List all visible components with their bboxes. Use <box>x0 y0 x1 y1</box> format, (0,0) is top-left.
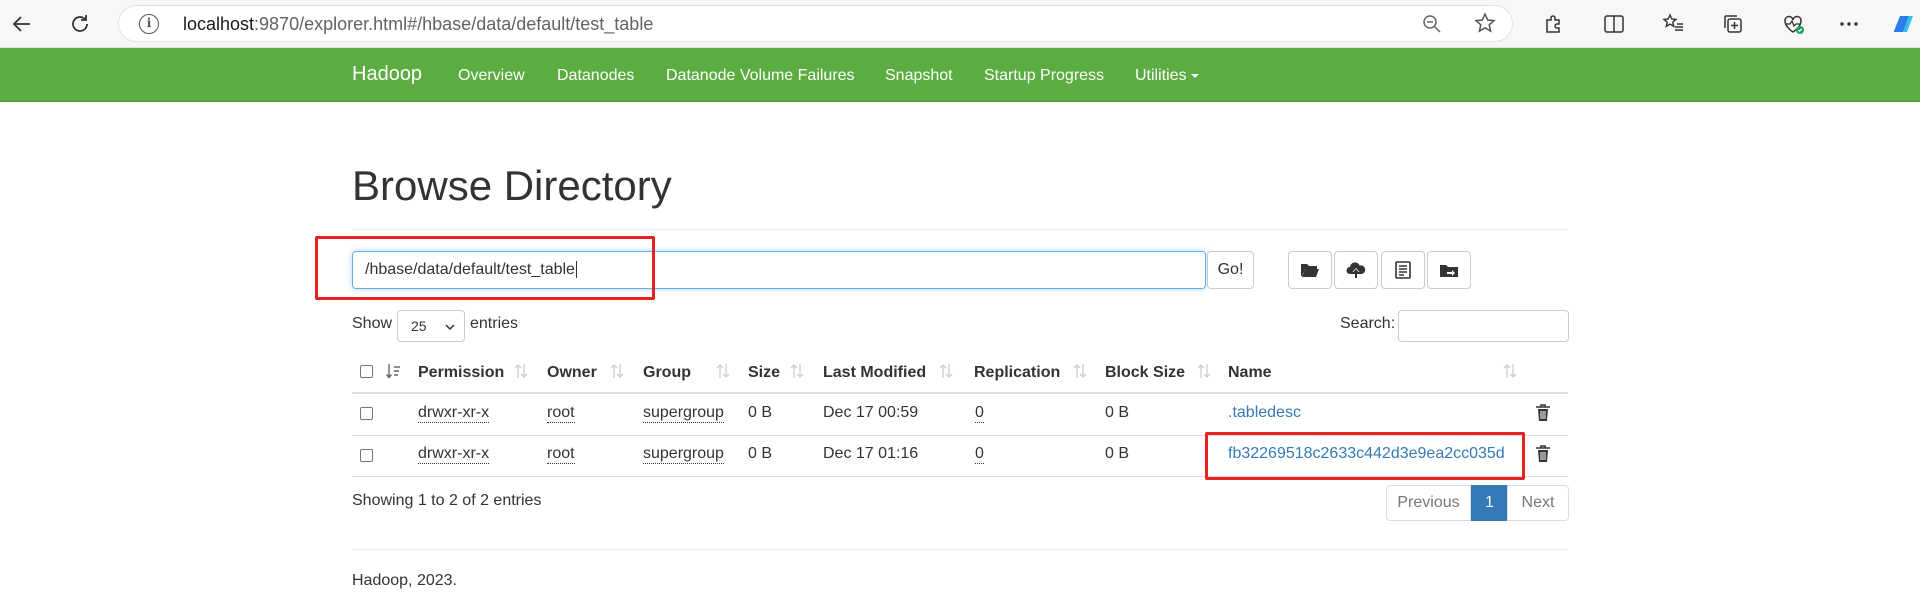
split-screen-icon[interactable] <box>1601 11 1627 37</box>
divider <box>352 229 1568 230</box>
row-replication[interactable]: 0 <box>975 445 984 464</box>
highlight-path-input-box <box>315 236 655 300</box>
row-permission[interactable]: drwxr-xr-x <box>418 404 490 423</box>
copilot-icon[interactable] <box>1890 11 1916 37</box>
sort-both-icon[interactable] <box>789 362 805 380</box>
nav-snapshot[interactable]: Snapshot <box>885 67 953 85</box>
row-owner[interactable]: root <box>547 445 575 464</box>
create-directory-button[interactable] <box>1288 251 1332 289</box>
cut-paste-button[interactable] <box>1381 251 1425 289</box>
row-owner[interactable]: root <box>547 404 575 423</box>
header-name[interactable]: Name <box>1228 364 1272 382</box>
trash-icon[interactable] <box>1535 445 1551 463</box>
header-last-modified[interactable]: Last Modified <box>823 364 926 382</box>
sort-icon[interactable] <box>385 362 401 380</box>
showing-entries-info: Showing 1 to 2 of 2 entries <box>352 492 542 509</box>
favorites-icon[interactable] <box>1660 11 1686 37</box>
search-input[interactable] <box>1398 310 1569 342</box>
row-size: 0 B <box>748 404 773 421</box>
entries-label: entries <box>470 315 519 332</box>
folder-move-icon <box>1440 265 1458 277</box>
row-size: 0 B <box>748 445 773 462</box>
go-button[interactable]: Go! <box>1207 251 1254 289</box>
highlight-name-box <box>1205 432 1525 480</box>
cloud-upload-icon <box>1346 262 1366 278</box>
nav-utilities-label: Utilities <box>1135 67 1187 84</box>
header-owner[interactable]: Owner <box>547 364 597 382</box>
row-replication[interactable]: 0 <box>975 404 984 423</box>
row-group[interactable]: supergroup <box>643 445 724 464</box>
entries-select-value: 25 <box>411 318 427 334</box>
sort-both-icon[interactable] <box>715 362 731 380</box>
row-checkbox[interactable] <box>360 407 373 420</box>
page-footer: Hadoop, 2023. <box>352 572 457 589</box>
divider <box>352 549 1568 550</box>
row-group[interactable]: supergroup <box>643 404 724 423</box>
sort-both-icon[interactable] <box>609 362 625 380</box>
back-icon[interactable] <box>8 10 36 38</box>
table-header-border <box>352 392 1568 394</box>
nav-overview[interactable]: Overview <box>458 67 525 85</box>
row-block-size: 0 B <box>1105 404 1130 421</box>
header-size[interactable]: Size <box>748 364 780 382</box>
collections-icon[interactable] <box>1720 11 1746 37</box>
chevron-down-icon <box>444 320 456 336</box>
site-info-icon[interactable]: i <box>139 14 159 34</box>
row-last-modified: Dec 17 01:16 <box>823 445 919 462</box>
row-block-size: 0 B <box>1105 445 1130 462</box>
extensions-icon[interactable] <box>1540 11 1566 37</box>
navbar-brand[interactable]: Hadoop <box>352 63 422 86</box>
move-files-button[interactable] <box>1427 251 1471 289</box>
nav-utilities[interactable]: Utilities <box>1135 67 1199 85</box>
row-last-modified: Dec 17 00:59 <box>823 404 919 421</box>
list-alt-icon <box>1395 261 1411 279</box>
star-icon[interactable] <box>1474 12 1496 39</box>
url-text[interactable]: localhost:9870/explorer.html#/hbase/data… <box>183 14 653 35</box>
more-icon[interactable] <box>1836 11 1862 37</box>
show-label: Show <box>352 315 393 332</box>
sort-both-icon[interactable] <box>938 362 954 380</box>
nav-startup-progress[interactable]: Startup Progress <box>984 67 1104 85</box>
nav-datanodes[interactable]: Datanodes <box>557 67 634 85</box>
select-all-checkbox[interactable] <box>360 365 373 378</box>
previous-page-button[interactable]: Previous <box>1386 485 1471 521</box>
sort-both-icon[interactable] <box>1196 362 1212 380</box>
address-bar[interactable]: i localhost:9870/explorer.html#/hbase/da… <box>118 5 1513 42</box>
header-group[interactable]: Group <box>643 364 691 382</box>
header-permission[interactable]: Permission <box>418 364 504 382</box>
zoom-out-icon[interactable] <box>1422 14 1442 39</box>
sort-both-icon[interactable] <box>1072 362 1088 380</box>
row-permission[interactable]: drwxr-xr-x <box>418 445 490 464</box>
trash-icon[interactable] <box>1535 404 1551 422</box>
refresh-icon[interactable] <box>66 10 94 38</box>
upload-files-button[interactable] <box>1334 251 1378 289</box>
sort-both-icon[interactable] <box>513 362 529 380</box>
row-name-link[interactable]: .tabledesc <box>1228 404 1301 422</box>
row-checkbox[interactable] <box>360 449 373 462</box>
caret-down-icon <box>1190 73 1199 78</box>
search-label: Search: <box>1340 315 1396 332</box>
sort-both-icon[interactable] <box>1502 362 1518 380</box>
browser-toolbar: i localhost:9870/explorer.html#/hbase/da… <box>0 0 1920 48</box>
next-page-button[interactable]: Next <box>1507 485 1569 521</box>
health-icon[interactable] <box>1780 11 1806 37</box>
header-block-size[interactable]: Block Size <box>1105 364 1185 382</box>
folder-open-icon <box>1301 264 1319 277</box>
page-1-button[interactable]: 1 <box>1471 485 1508 521</box>
header-replication[interactable]: Replication <box>974 364 1060 382</box>
nav-datanode-volume-failures[interactable]: Datanode Volume Failures <box>666 67 855 85</box>
page-title: Browse Directory <box>352 162 672 209</box>
entries-per-page-select[interactable]: 25 <box>397 310 465 342</box>
hadoop-navbar: Hadoop Overview Datanodes Datanode Volum… <box>0 48 1920 102</box>
